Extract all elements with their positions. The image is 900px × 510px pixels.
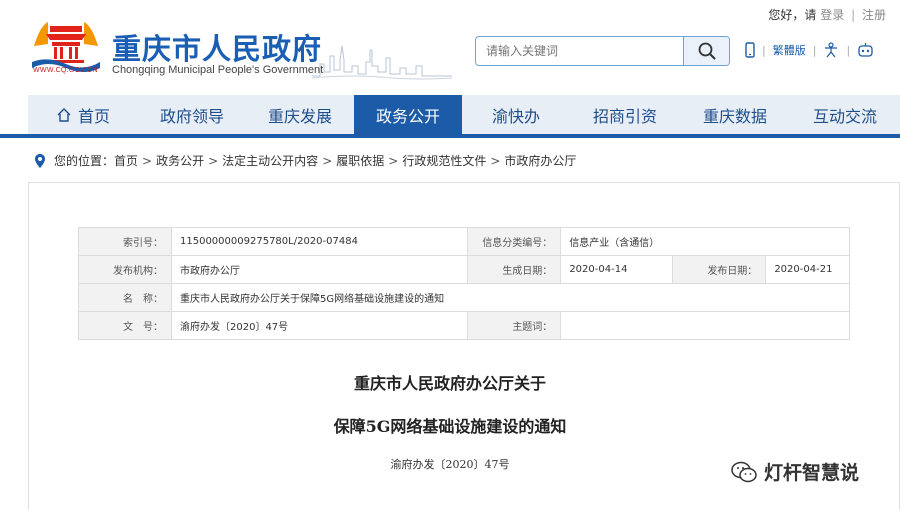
header-tools: | 繁體版 | | [745,42,874,58]
skyline-icon [312,45,452,80]
nav-label: 互动交流 [812,106,877,126]
category-label: 信息分类编号： [467,227,562,256]
tools-divider: | [846,43,851,57]
breadcrumb-sep: > [208,153,219,168]
name-value: 重庆市人民政府办公厅关于保障5G网络基础设施建设的通知 [171,283,850,312]
created-date-label: 生成日期： [467,255,562,284]
table-row: 索引号： 11500000009275780L/2020-07484 信息分类编… [78,227,850,256]
document-title-line2: 保障5G网络基础设施建设的通知 [333,417,567,436]
breadcrumb-general-office[interactable]: 市政府办公厅 [504,152,576,169]
breadcrumb-duty-basis[interactable]: 履职依据 [336,152,384,169]
index-number-value: 11500000009275780L/2020-07484 [170,227,469,256]
accessibility-icon[interactable] [823,42,839,58]
watermark-text: 灯杆智慧说 [764,462,860,484]
traditional-chinese-link[interactable]: 繁體版 [773,42,806,58]
breadcrumb-prefix: 您的位置： [54,154,115,168]
home-icon [57,107,71,122]
document-metadata-table: 索引号： 11500000009275780L/2020-07484 信息分类编… [78,227,850,340]
nav-item-chongqing-development[interactable]: 重庆发展 [246,95,354,134]
breadcrumb: 您的位置： 首页 > 政务公开 > 法定主动公开内容 > 履职依据 > 行政规范… [34,152,576,169]
nav-item-interaction[interactable]: 互动交流 [790,95,900,134]
nav-label: 政务公开 [375,106,440,126]
search-button[interactable] [683,37,729,65]
search-icon [698,42,716,60]
table-row: 文 号： 渝府办发〔2020〕47号 主题词： [78,311,850,340]
nav-item-government-leaders[interactable]: 政府领导 [138,95,246,134]
search-box [475,36,730,66]
breadcrumb-sep: > [322,153,333,168]
publisher-label: 发布机构： [78,255,172,284]
main-nav: 首页 政府领导 重庆发展 政务公开 渝快办 招商引资 重庆数据 互动交流 [28,95,900,134]
breadcrumb-sep: > [142,153,153,168]
search-input[interactable] [476,37,684,65]
nav-item-chongqing-data[interactable]: 重庆数据 [680,95,790,134]
document-number-label: 文 号： [78,311,172,340]
breadcrumb-statutory-content[interactable]: 法定主动公开内容 [222,152,318,169]
wechat-icon [731,461,757,482]
category-value: 信息产业（含通信） [560,227,850,256]
mobile-phone-icon[interactable] [745,42,755,58]
breadcrumb-home[interactable]: 首页 [114,152,138,169]
index-number-label: 索引号： [78,227,172,256]
nav-label: 重庆数据 [702,106,767,126]
breadcrumb-normative-documents[interactable]: 行政规范性文件 [402,152,486,169]
breadcrumb-sep: > [490,153,501,168]
nav-label: 重庆发展 [267,106,332,126]
publisher-value: 市政府办公厅 [170,255,469,284]
topic-label: 主题词： [467,311,562,340]
breadcrumb-government-affairs[interactable]: 政务公开 [156,152,204,169]
nav-item-yukuaiban[interactable]: 渝快办 [462,95,570,134]
nav-label: 招商引资 [592,106,657,126]
nav-underline [0,134,900,138]
nav-item-investment[interactable]: 招商引资 [570,95,680,134]
name-label: 名 称： [78,283,172,312]
tools-divider: | [762,43,766,57]
breadcrumb-sep: > [388,153,399,168]
site-title-english: Chongqing Municipal People's Government [112,64,324,76]
nav-item-home[interactable]: 首页 [28,95,138,134]
nav-item-government-affairs[interactable]: 政务公开 [354,95,462,134]
created-date-value: 2020-04-14 [560,255,674,284]
site-header: WWW.CQ.GOV.CN 重庆市人民政府 Chongqing Municipa… [0,0,900,92]
table-row: 名 称： 重庆市人民政府办公厅关于保障5G网络基础设施建设的通知 [78,283,850,312]
robot-assistant-icon[interactable] [857,42,874,58]
location-pin-icon [35,153,45,168]
document-title-line1: 重庆市人民政府办公厅关于 [353,374,546,393]
site-url: WWW.CQ.GOV.CN [33,67,98,74]
published-date-label: 发布日期： [672,255,767,284]
table-row: 发布机构： 市政府办公厅 生成日期： 2020-04-14 发布日期： 2020… [78,255,850,284]
published-date-value: 2020-04-21 [765,255,850,284]
nav-label: 政府领导 [159,106,224,126]
topic-value [560,311,850,340]
document-number-value: 渝府办发〔2020〕47号 [170,311,469,340]
nav-label: 首页 [77,106,110,126]
tools-divider: | [812,43,817,57]
nav-label: 渝快办 [491,106,540,126]
watermark: 灯杆智慧说 [730,458,859,485]
site-title: 重庆市人民政府 [112,32,323,66]
